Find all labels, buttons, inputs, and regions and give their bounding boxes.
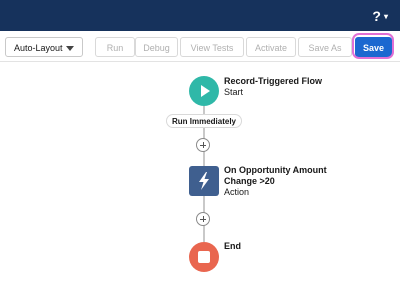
stop-icon — [198, 251, 210, 263]
activate-button[interactable]: Activate — [246, 37, 296, 57]
add-element-button[interactable] — [196, 138, 210, 152]
action-node[interactable] — [189, 166, 219, 196]
lightning-bolt-icon — [199, 172, 209, 190]
dropdown-caret-icon — [66, 46, 74, 51]
run-button[interactable]: Run — [95, 37, 135, 57]
debug-button[interactable]: Debug — [135, 37, 178, 57]
action-node-title-line1: On Opportunity Amount — [224, 165, 327, 175]
start-node-title: Record-Triggered Flow — [224, 76, 323, 86]
end-node-title: End — [224, 241, 241, 251]
chevron-down-icon: ▾ — [383, 12, 388, 21]
start-node-subtitle: Start — [224, 87, 244, 97]
view-tests-button[interactable]: View Tests — [180, 37, 244, 57]
layout-select-value: Auto-Layout — [14, 43, 63, 53]
connector-line — [203, 106, 205, 114]
end-node[interactable] — [189, 242, 219, 272]
help-icon: ? — [372, 8, 381, 24]
path-label: Run Immediately — [166, 114, 242, 128]
start-node[interactable] — [189, 76, 219, 106]
save-button-highlight — [352, 33, 394, 59]
action-node-title-line2: Change >20 — [224, 176, 275, 186]
save-as-button[interactable]: Save As — [298, 37, 352, 57]
layout-select[interactable]: Auto-Layout — [5, 37, 83, 57]
action-node-subtitle: Action — [224, 187, 250, 197]
play-icon — [201, 85, 210, 97]
flow-builder-toolbar: Auto-Layout Run Debug View Tests Activat… — [0, 31, 400, 62]
top-navigation-bar: ? ▾ — [0, 0, 400, 31]
help-menu[interactable]: ? ▾ — [372, 8, 388, 24]
add-element-button[interactable] — [196, 212, 210, 226]
